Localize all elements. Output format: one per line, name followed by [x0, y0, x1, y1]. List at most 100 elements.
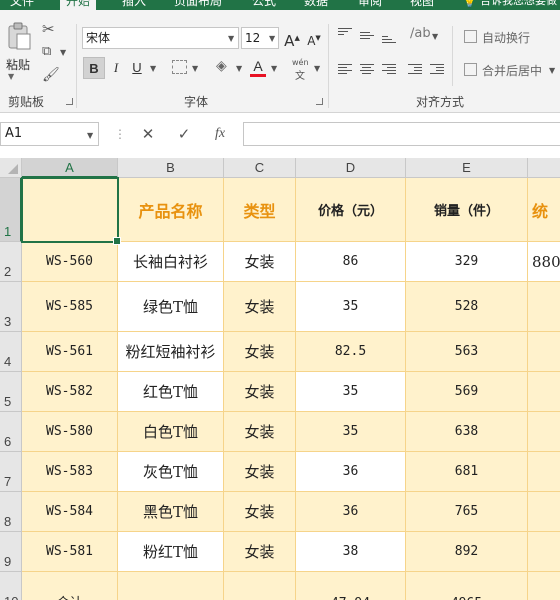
- merge-center-button[interactable]: 合并后居中: [482, 62, 542, 79]
- cancel-entry-button[interactable]: ✕: [138, 124, 158, 144]
- tab-view[interactable]: 视图: [410, 0, 434, 10]
- row-header[interactable]: 8: [0, 492, 22, 532]
- column-header[interactable]: D: [296, 158, 406, 178]
- header-cell[interactable]: 产品名称: [118, 178, 224, 242]
- tab-home[interactable]: 开始: [60, 0, 97, 10]
- table-cell[interactable]: WS-585: [22, 282, 118, 332]
- column-header[interactable]: A: [22, 158, 118, 178]
- table-cell[interactable]: WS-584: [22, 492, 118, 532]
- fill-color-icon[interactable]: ◈: [216, 58, 227, 74]
- tab-review[interactable]: 审阅: [358, 0, 382, 10]
- copy-icon[interactable]: ⧉: [42, 44, 51, 59]
- column-header[interactable]: [528, 158, 560, 178]
- table-cell[interactable]: 329: [406, 242, 528, 282]
- column-header[interactable]: C: [224, 158, 296, 178]
- table-cell[interactable]: 女装: [224, 452, 296, 492]
- row-header[interactable]: 9: [0, 532, 22, 572]
- middle-align-icon[interactable]: [360, 32, 374, 43]
- table-cell[interactable]: WS-581: [22, 532, 118, 572]
- row-header[interactable]: 6: [0, 412, 22, 452]
- table-cell[interactable]: 36: [296, 452, 406, 492]
- table-cell[interactable]: 36: [296, 492, 406, 532]
- row-header[interactable]: 4: [0, 332, 22, 372]
- bold-button[interactable]: B: [83, 57, 105, 79]
- table-cell[interactable]: WS-582: [22, 372, 118, 412]
- align-right-icon[interactable]: [382, 64, 396, 75]
- format-painter-icon[interactable]: 🖌: [42, 67, 60, 83]
- phonetic-guide-icon[interactable]: 文: [295, 67, 305, 82]
- decrease-font-size-button[interactable]: A▼: [306, 27, 322, 49]
- insert-function-button[interactable]: fx: [210, 124, 230, 144]
- row-header[interactable]: 10: [0, 572, 22, 600]
- phonetic-guide-pinyin[interactable]: wén: [292, 58, 309, 67]
- table-cell[interactable]: [528, 282, 560, 332]
- font-color-dropdown-icon[interactable]: ▼: [271, 64, 277, 73]
- table-cell[interactable]: [118, 572, 224, 600]
- font-launcher-icon[interactable]: [316, 98, 323, 105]
- table-cell[interactable]: 35: [296, 412, 406, 452]
- table-cell[interactable]: 红色T恤: [118, 372, 224, 412]
- table-cell[interactable]: 粉红T恤: [118, 532, 224, 572]
- table-cell[interactable]: WS-583: [22, 452, 118, 492]
- orientation-icon[interactable]: ∕ab: [410, 26, 431, 41]
- tab-formulas[interactable]: 公式: [252, 0, 276, 10]
- table-cell[interactable]: 长袖白衬衫: [118, 242, 224, 282]
- increase-font-size-button[interactable]: A▲: [284, 27, 300, 50]
- font-name-dropdown-icon[interactable]: ▼: [228, 34, 234, 43]
- merge-dropdown-icon[interactable]: ▼: [549, 66, 555, 75]
- tell-me-box[interactable]: 告诉我您想要做: [480, 0, 557, 10]
- table-cell[interactable]: 35: [296, 372, 406, 412]
- decrease-indent-icon[interactable]: [408, 64, 422, 75]
- header-cell[interactable]: 销量（件）: [406, 178, 528, 242]
- table-cell[interactable]: 合计: [22, 572, 118, 600]
- table-cell[interactable]: 女装: [224, 412, 296, 452]
- table-cell[interactable]: [528, 412, 560, 452]
- tab-file[interactable]: 文件: [10, 0, 34, 10]
- row-header[interactable]: 1: [0, 178, 22, 242]
- copy-dropdown-icon[interactable]: ▼: [60, 48, 66, 57]
- orientation-dropdown-icon[interactable]: ▼: [432, 32, 438, 41]
- table-cell[interactable]: 86: [296, 242, 406, 282]
- phonetic-dropdown-icon[interactable]: ▼: [314, 64, 320, 73]
- table-cell[interactable]: 880: [528, 242, 560, 282]
- table-cell[interactable]: 女装: [224, 332, 296, 372]
- table-cell[interactable]: 4965: [406, 572, 528, 600]
- paste-button[interactable]: [6, 22, 32, 52]
- row-header[interactable]: 7: [0, 452, 22, 492]
- underline-button[interactable]: U: [128, 57, 146, 79]
- table-cell[interactable]: 白色T恤: [118, 412, 224, 452]
- table-cell[interactable]: WS-580: [22, 412, 118, 452]
- table-cell[interactable]: 47.94: [296, 572, 406, 600]
- table-cell[interactable]: 82.5: [296, 332, 406, 372]
- header-cell[interactable]: 价格（元）: [296, 178, 406, 242]
- table-cell[interactable]: 528: [406, 282, 528, 332]
- enter-entry-button[interactable]: ✓: [174, 124, 194, 144]
- table-cell[interactable]: 粉红短袖衬衫: [118, 332, 224, 372]
- align-left-icon[interactable]: [338, 64, 352, 75]
- table-cell[interactable]: [528, 492, 560, 532]
- table-cell[interactable]: 35: [296, 282, 406, 332]
- table-cell[interactable]: 女装: [224, 242, 296, 282]
- table-cell[interactable]: [528, 452, 560, 492]
- wrap-text-button[interactable]: 自动换行: [482, 29, 530, 46]
- table-cell[interactable]: 638: [406, 412, 528, 452]
- table-cell[interactable]: 灰色T恤: [118, 452, 224, 492]
- paste-dropdown-icon[interactable]: ▼: [8, 72, 14, 81]
- column-header[interactable]: E: [406, 158, 528, 178]
- table-cell[interactable]: [528, 572, 560, 600]
- top-align-icon[interactable]: [338, 28, 352, 39]
- clipboard-launcher-icon[interactable]: [66, 98, 73, 105]
- table-cell[interactable]: 女装: [224, 532, 296, 572]
- table-cell[interactable]: 女装: [224, 282, 296, 332]
- table-cell[interactable]: 女装: [224, 492, 296, 532]
- underline-dropdown-icon[interactable]: ▼: [150, 64, 156, 73]
- row-header[interactable]: 5: [0, 372, 22, 412]
- font-size-dropdown-icon[interactable]: ▼: [269, 34, 275, 43]
- tab-page-layout[interactable]: 页面布局: [174, 0, 222, 10]
- table-cell[interactable]: [224, 572, 296, 600]
- table-cell[interactable]: 765: [406, 492, 528, 532]
- table-cell[interactable]: 绿色T恤: [118, 282, 224, 332]
- formula-input[interactable]: [243, 122, 560, 146]
- row-header[interactable]: 3: [0, 282, 22, 332]
- table-cell[interactable]: [528, 372, 560, 412]
